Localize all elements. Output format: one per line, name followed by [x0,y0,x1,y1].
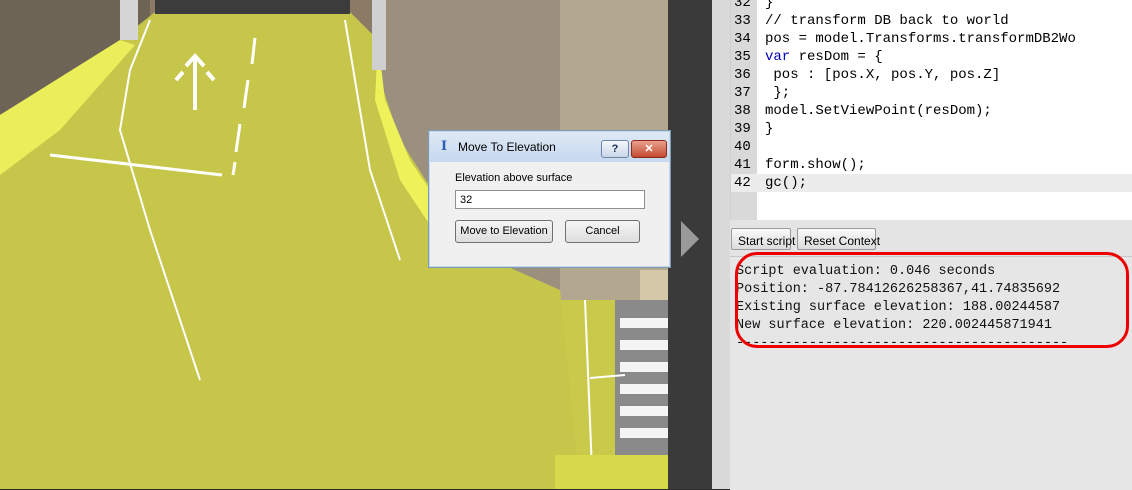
code-text: pos : [pos.X, pos.Y, pos.Z] [765,67,1001,83]
app-info-icon: I [440,139,448,154]
code-text: // transform DB back to world [765,13,1009,29]
code-line[interactable]: 38 model.SetViewPoint(resDom); [731,102,1132,120]
code-line[interactable]: 33 // transform DB back to world [731,12,1132,30]
move-to-elevation-button[interactable]: Move to Elevation [455,220,553,243]
help-button[interactable]: ? [601,140,629,158]
line-number: 35 [734,49,751,65]
line-number: 37 [734,85,751,101]
code-text: form.show(); [765,157,866,173]
start-script-button[interactable]: Start script [731,228,795,250]
code-line[interactable]: 32} [731,0,1132,12]
cancel-button[interactable]: Cancel [565,220,640,243]
reset-context-button[interactable]: Reset Context [797,228,880,250]
code-line[interactable]: 35 var resDom = { [731,48,1132,66]
line-number: 34 [734,31,751,47]
line-number: 32 [734,0,751,11]
line-number: 38 [734,103,751,119]
line-number: 42 [734,175,751,191]
move-to-elevation-dialog: I Move To Elevation ? ✕ Elevation above … [428,130,671,268]
code-line[interactable]: 39} [731,120,1132,138]
code-text: }; [765,85,791,101]
code-line[interactable]: 37 }; [731,84,1132,102]
panel-edge [712,0,730,489]
script-panel: 32} 33// transform DB back to world 34 pos … [730,0,1132,490]
code-line[interactable]: 42 gc(); [731,174,1132,192]
line-number: 39 [734,121,751,137]
code-line[interactable]: 40 [731,138,1132,156]
close-button[interactable]: ✕ [631,140,667,158]
code-text: var resDom = { [765,49,883,65]
code-line[interactable]: 41 form.show(); [731,156,1132,174]
code-editor[interactable]: 32} 33// transform DB back to world 34 pos … [730,0,1132,220]
collapse-arrow-icon[interactable] [681,221,699,257]
code-text: } [765,0,774,11]
code-text: pos = model.Transforms.transformDB2Wo [765,31,1076,47]
line-number: 36 [734,67,751,83]
dialog-title: Move To Elevation [458,140,556,154]
code-text: } [765,121,774,137]
line-number: 40 [734,139,751,155]
line-number: 33 [734,13,751,29]
elevation-label: Elevation above surface [455,172,573,184]
line-number: 41 [734,157,751,173]
dialog-titlebar[interactable]: I Move To Elevation ? ✕ [430,132,669,162]
highlight-annotation [735,252,1129,348]
code-line[interactable]: 36 pos : [pos.X, pos.Y, pos.Z] [731,66,1132,84]
code-line[interactable]: 34 pos = model.Transforms.transformDB2Wo [731,30,1132,48]
code-text: gc(); [765,175,808,191]
elevation-input[interactable] [455,190,645,209]
code-text: model.SetViewPoint(resDom); [765,103,992,119]
